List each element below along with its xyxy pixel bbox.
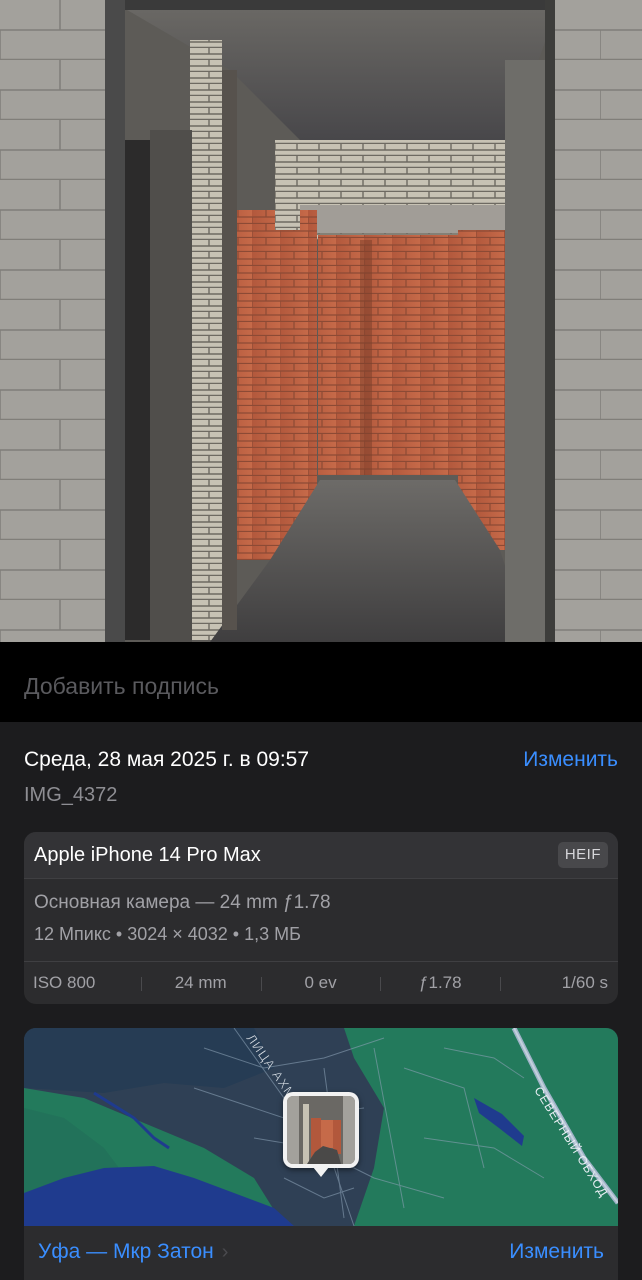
chevron-right-icon: ›: [221, 1241, 229, 1263]
device-info-card: Apple iPhone 14 Pro Max HEIF Основная ка…: [24, 832, 618, 1004]
photo-filename: IMG_4372: [24, 784, 118, 806]
photo-location-pin[interactable]: [283, 1092, 359, 1177]
exif-row: ISO 800 24 mm 0 ev ƒ1.78 1/60 s: [24, 961, 618, 1004]
exif-exposure-bias: 0 ev: [260, 973, 381, 993]
photo-datetime: Среда, 28 мая 2025 г. в 09:57: [24, 748, 310, 771]
info-panel: Среда, 28 мая 2025 г. в 09:57 Изменить I…: [0, 722, 642, 1280]
exif-aperture: ƒ1.78: [380, 973, 500, 993]
device-header: Apple iPhone 14 Pro Max HEIF: [24, 832, 618, 879]
location-row: Уфа — Мкр Затон › Изменить: [24, 1226, 618, 1280]
photo-view[interactable]: [0, 0, 642, 642]
corridor-photo: [0, 0, 642, 642]
exif-shutter: 1/60 s: [500, 973, 618, 993]
location-card: ЛИЦА АХМЕ СЕВЕРНЫЙ ОБХОД Уфа — Мкр Затон…: [24, 1028, 618, 1280]
edit-datetime-button[interactable]: Изменить: [523, 748, 618, 772]
caption-input[interactable]: [24, 670, 614, 702]
location-name: Уфа — Мкр Затон: [38, 1240, 214, 1263]
exif-focal-length: 24 mm: [140, 973, 261, 993]
edit-location-button[interactable]: Изменить: [509, 1240, 604, 1264]
caption-bar: [0, 642, 642, 722]
location-link[interactable]: Уфа — Мкр Затон ›: [38, 1240, 228, 1264]
format-badge: HEIF: [557, 842, 608, 868]
device-name: Apple iPhone 14 Pro Max: [34, 844, 261, 866]
image-specs: 12 Мпикс • 3024 × 4032 • 1,3 МБ: [34, 924, 301, 944]
photo-thumbnail: [287, 1096, 355, 1164]
camera-lens: Основная камера — 24 mm ƒ1.78: [34, 892, 331, 913]
exif-iso: ISO 800: [33, 973, 96, 992]
